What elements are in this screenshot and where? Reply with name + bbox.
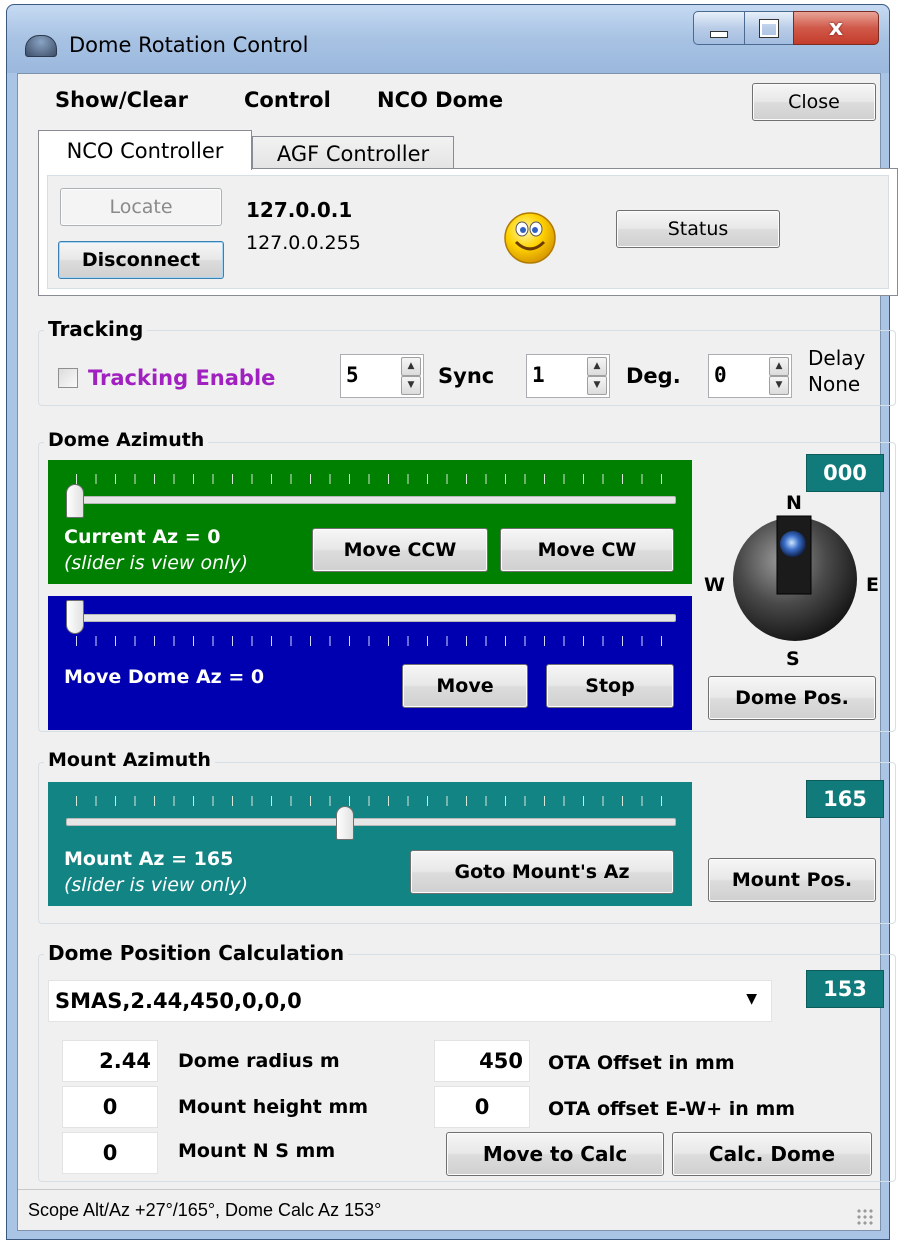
- dome-app-icon: [25, 35, 57, 57]
- compass-east: E: [866, 574, 879, 596]
- maximize-icon: [759, 18, 779, 38]
- dome-globe-icon: [730, 514, 860, 644]
- mount-az-panel: Mount Az = 165 (slider is view only) Got…: [48, 782, 692, 906]
- dome-radius-input[interactable]: 2.44: [62, 1040, 158, 1082]
- mount-az-label: Mount Az = 165: [64, 848, 234, 870]
- chevron-down-icon[interactable]: ▼: [746, 991, 757, 1007]
- mount-az-track: [66, 818, 676, 826]
- move-ccw-button[interactable]: Move CCW: [312, 528, 488, 572]
- ip-broadcast: 127.0.0.255: [246, 232, 361, 254]
- mount-height-input[interactable]: 0: [62, 1086, 158, 1128]
- move-az-slider-thumb[interactable]: [66, 600, 84, 634]
- sync-value: 1: [532, 363, 545, 387]
- close-window-button[interactable]: x: [793, 11, 879, 45]
- spin-down-icon[interactable]: ▼: [401, 376, 421, 395]
- client-area: Show/Clear Control NCO Dome Close NCO Co…: [17, 73, 898, 1231]
- view-only-note: (slider is view only): [64, 552, 249, 574]
- current-az-panel: Current Az = 0 (slider is view only) Mov…: [48, 460, 692, 584]
- ota-offset-input[interactable]: 450: [434, 1040, 530, 1082]
- sync-spinner[interactable]: 1 ▲ ▼: [526, 354, 610, 398]
- current-az-label: Current Az = 0: [64, 526, 221, 548]
- tab-nco-controller[interactable]: NCO Controller: [38, 130, 252, 170]
- mount-ns-input[interactable]: 0: [62, 1132, 158, 1174]
- ip-primary: 127.0.0.1: [246, 198, 353, 222]
- minimize-icon: [710, 30, 728, 38]
- spin-up-icon[interactable]: ▲: [769, 357, 789, 376]
- resize-grip-icon[interactable]: [856, 1208, 874, 1226]
- move-az-track: [66, 614, 676, 622]
- tracking-interval-spinner[interactable]: 5 ▲ ▼: [340, 354, 424, 398]
- tracking-interval-value: 5: [346, 363, 359, 387]
- mount-height-label: Mount height mm: [178, 1096, 369, 1118]
- tracking-enable-label[interactable]: Tracking Enable: [88, 366, 275, 390]
- title-bar[interactable]: Dome Rotation Control x: [7, 5, 889, 73]
- status-bar-text: Scope Alt/Az +27°/165°, Dome Calc Az 153…: [28, 1200, 382, 1220]
- spin-up-icon[interactable]: ▲: [587, 357, 607, 376]
- menu-show-clear[interactable]: Show/Clear: [55, 88, 188, 112]
- dome-radius-label: Dome radius m: [178, 1050, 340, 1072]
- ota-ew-offset-input[interactable]: 0: [434, 1086, 530, 1128]
- mount-az-readout: 165: [806, 780, 884, 818]
- close-icon: x: [828, 15, 844, 41]
- mount-ns-label: Mount N S mm: [178, 1140, 336, 1162]
- goto-mount-az-button[interactable]: Goto Mount's Az: [410, 850, 674, 894]
- calc-dome-button[interactable]: Calc. Dome: [672, 1132, 872, 1176]
- move-button[interactable]: Move: [402, 664, 528, 708]
- current-az-slider-thumb[interactable]: [66, 484, 84, 518]
- dome-az-readout: 000: [806, 454, 884, 492]
- menu-nco-dome[interactable]: NCO Dome: [377, 88, 503, 112]
- ota-ew-offset-label: OTA offset E-W+ in mm: [548, 1098, 796, 1120]
- move-dome-az-label: Move Dome Az = 0: [64, 666, 265, 688]
- stop-button[interactable]: Stop: [546, 664, 674, 708]
- status-bar: Scope Alt/Az +27°/165°, Dome Calc Az 153…: [18, 1189, 880, 1230]
- profile-dropdown[interactable]: SMAS,2.44,450,0,0,0 ▼: [48, 980, 772, 1022]
- disconnect-button[interactable]: Disconnect: [58, 241, 224, 279]
- compass-north: N: [786, 492, 802, 514]
- ota-offset-label: OTA Offset in mm: [548, 1052, 735, 1074]
- close-button[interactable]: Close: [752, 83, 876, 121]
- deg-label: Deg.: [626, 364, 681, 388]
- spin-up-icon[interactable]: ▲: [401, 357, 421, 376]
- deg-spinner[interactable]: 0 ▲ ▼: [708, 354, 792, 398]
- compass-west: W: [704, 574, 725, 596]
- dome-pos-button[interactable]: Dome Pos.: [708, 676, 876, 720]
- delay-value: None: [808, 372, 861, 396]
- move-az-panel: Move Dome Az = 0 Move Stop: [48, 596, 692, 730]
- current-az-track: [66, 496, 676, 504]
- compass-south: S: [786, 648, 800, 670]
- mount-view-only-note: (slider is view only): [64, 874, 249, 896]
- window-title: Dome Rotation Control: [69, 33, 309, 57]
- menu-control[interactable]: Control: [244, 88, 331, 112]
- tracking-enable-checkbox[interactable]: [58, 368, 78, 388]
- tracking-title: Tracking: [44, 317, 148, 341]
- sync-label: Sync: [438, 364, 495, 388]
- minimize-button[interactable]: [693, 11, 745, 45]
- dome-calc-title: Dome Position Calculation: [44, 941, 349, 965]
- dome-calc-readout: 153: [806, 970, 884, 1008]
- profile-value: SMAS,2.44,450,0,0,0: [55, 989, 302, 1013]
- mount-az-slider-thumb[interactable]: [336, 806, 355, 840]
- delay-label: Delay: [808, 346, 866, 370]
- deg-value: 0: [714, 363, 727, 387]
- move-to-calc-button[interactable]: Move to Calc: [446, 1132, 664, 1176]
- maximize-button[interactable]: [744, 11, 794, 45]
- move-cw-button[interactable]: Move CW: [500, 528, 674, 572]
- mount-pos-button[interactable]: Mount Pos.: [708, 858, 876, 902]
- smiley-icon: [502, 210, 558, 266]
- dome-azimuth-title: Dome Azimuth: [44, 429, 209, 451]
- status-button[interactable]: Status: [616, 210, 780, 248]
- tab-agf-controller[interactable]: AGF Controller: [252, 136, 454, 170]
- locate-button[interactable]: Locate: [60, 188, 222, 226]
- spin-down-icon[interactable]: ▼: [769, 376, 789, 395]
- spin-down-icon[interactable]: ▼: [587, 376, 607, 395]
- dome-rotation-window: Dome Rotation Control x Show/Clear Contr…: [6, 4, 898, 1240]
- mount-azimuth-title: Mount Azimuth: [44, 749, 215, 771]
